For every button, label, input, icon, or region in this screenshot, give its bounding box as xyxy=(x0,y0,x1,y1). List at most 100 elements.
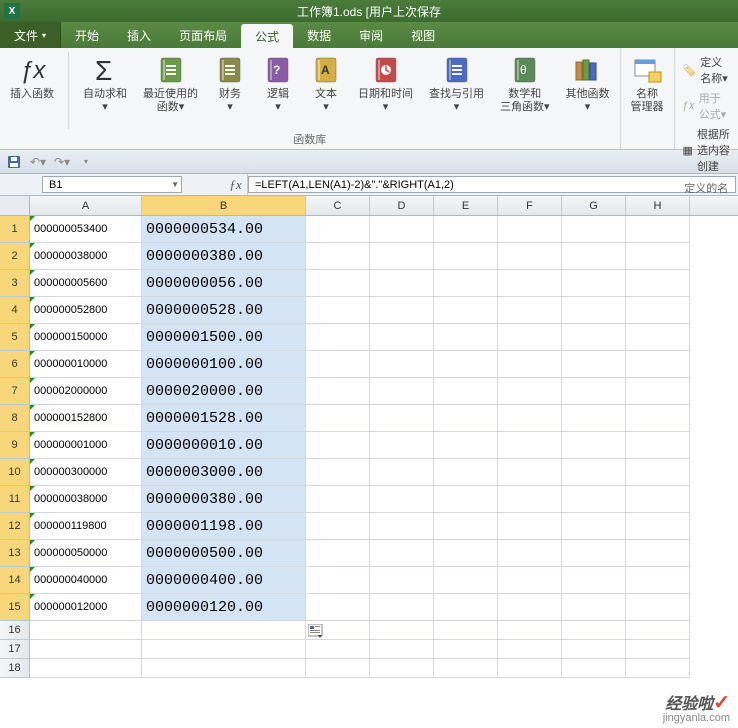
row-header-10[interactable]: 10 xyxy=(0,459,30,486)
row-header-13[interactable]: 13 xyxy=(0,540,30,567)
cell-A8[interactable]: 000000152800 xyxy=(30,405,142,432)
cell-G13[interactable] xyxy=(562,540,626,567)
col-header-A[interactable]: A xyxy=(30,196,142,215)
name-box[interactable]: B1 ▼ xyxy=(42,176,182,193)
ribbon-book-green[interactable]: 最近使用的 函数▾ xyxy=(139,52,202,116)
cell-C8[interactable] xyxy=(306,405,370,432)
cell-A16[interactable] xyxy=(30,621,142,640)
tab-数据[interactable]: 数据 xyxy=(293,22,345,48)
cell-E18[interactable] xyxy=(434,659,498,678)
cell-E2[interactable] xyxy=(434,243,498,270)
col-header-E[interactable]: E xyxy=(434,196,498,215)
cell-G15[interactable] xyxy=(562,594,626,621)
name-manager-button[interactable]: 名称 管理器 xyxy=(627,52,668,116)
cell-D6[interactable] xyxy=(370,351,434,378)
cell-B16[interactable] xyxy=(142,621,306,640)
cell-A11[interactable]: 000000038000 xyxy=(30,486,142,513)
cell-E4[interactable] xyxy=(434,297,498,324)
create-from-selection-button[interactable]: ▦根据所选内容创建 xyxy=(683,126,730,174)
cell-A15[interactable]: 000000012000 xyxy=(30,594,142,621)
cell-F7[interactable] xyxy=(498,378,562,405)
row-header-5[interactable]: 5 xyxy=(0,324,30,351)
row-header-11[interactable]: 11 xyxy=(0,486,30,513)
save-button[interactable] xyxy=(4,152,24,172)
cell-E1[interactable] xyxy=(434,216,498,243)
row-header-17[interactable]: 17 xyxy=(0,640,30,659)
cell-D18[interactable] xyxy=(370,659,434,678)
row-header-4[interactable]: 4 xyxy=(0,297,30,324)
cell-F5[interactable] xyxy=(498,324,562,351)
cell-F6[interactable] xyxy=(498,351,562,378)
cell-A17[interactable] xyxy=(30,640,142,659)
cell-B4[interactable]: 0000000528.00 xyxy=(142,297,306,324)
cell-B9[interactable]: 0000000010.00 xyxy=(142,432,306,459)
cell-G4[interactable] xyxy=(562,297,626,324)
cell-C13[interactable] xyxy=(306,540,370,567)
cell-F13[interactable] xyxy=(498,540,562,567)
ribbon-book-theta[interactable]: θ数学和 三角函数▾ xyxy=(496,52,554,116)
cell-G16[interactable] xyxy=(562,621,626,640)
cell-B15[interactable]: 0000000120.00 xyxy=(142,594,306,621)
cell-E12[interactable] xyxy=(434,513,498,540)
cell-C11[interactable] xyxy=(306,486,370,513)
cell-G12[interactable] xyxy=(562,513,626,540)
cell-F14[interactable] xyxy=(498,567,562,594)
cell-D10[interactable] xyxy=(370,459,434,486)
cell-B17[interactable] xyxy=(142,640,306,659)
col-header-G[interactable]: G xyxy=(562,196,626,215)
define-name-button[interactable]: 🏷️定义名称▾ xyxy=(683,54,730,86)
cell-F8[interactable] xyxy=(498,405,562,432)
cell-A14[interactable]: 000000040000 xyxy=(30,567,142,594)
row-header-14[interactable]: 14 xyxy=(0,567,30,594)
col-header-B[interactable]: B xyxy=(142,196,306,215)
cell-D15[interactable] xyxy=(370,594,434,621)
cell-C15[interactable] xyxy=(306,594,370,621)
cell-G14[interactable] xyxy=(562,567,626,594)
cell-G5[interactable] xyxy=(562,324,626,351)
chevron-down-icon[interactable]: ▼ xyxy=(171,180,179,189)
cell-G7[interactable] xyxy=(562,378,626,405)
cell-C2[interactable] xyxy=(306,243,370,270)
cell-D13[interactable] xyxy=(370,540,434,567)
cell-A6[interactable]: 000000010000 xyxy=(30,351,142,378)
redo-button[interactable]: ↷▾ xyxy=(52,152,72,172)
file-menu[interactable]: 文件▾ xyxy=(0,22,61,48)
cell-D4[interactable] xyxy=(370,297,434,324)
cell-A4[interactable]: 000000052800 xyxy=(30,297,142,324)
cell-C12[interactable] xyxy=(306,513,370,540)
cell-H7[interactable] xyxy=(626,378,690,405)
cell-H18[interactable] xyxy=(626,659,690,678)
cell-E14[interactable] xyxy=(434,567,498,594)
cell-F18[interactable] xyxy=(498,659,562,678)
cell-H15[interactable] xyxy=(626,594,690,621)
cell-D2[interactable] xyxy=(370,243,434,270)
select-all-corner[interactable] xyxy=(0,196,30,216)
col-header-H[interactable]: H xyxy=(626,196,690,215)
undo-button[interactable]: ↶▾ xyxy=(28,152,48,172)
cell-H10[interactable] xyxy=(626,459,690,486)
row-header-18[interactable]: 18 xyxy=(0,659,30,678)
row-header-9[interactable]: 9 xyxy=(0,432,30,459)
tab-开始[interactable]: 开始 xyxy=(61,22,113,48)
ribbon-book-purple[interactable]: ?逻辑 ▾ xyxy=(258,52,298,116)
cell-H17[interactable] xyxy=(626,640,690,659)
cell-G1[interactable] xyxy=(562,216,626,243)
cell-B3[interactable]: 0000000056.00 xyxy=(142,270,306,297)
row-header-2[interactable]: 2 xyxy=(0,243,30,270)
cell-A12[interactable]: 000000119800 xyxy=(30,513,142,540)
col-header-C[interactable]: C xyxy=(306,196,370,215)
row-header-6[interactable]: 6 xyxy=(0,351,30,378)
cell-G17[interactable] xyxy=(562,640,626,659)
row-header-7[interactable]: 7 xyxy=(0,378,30,405)
cell-G2[interactable] xyxy=(562,243,626,270)
cell-E6[interactable] xyxy=(434,351,498,378)
cell-B12[interactable]: 0000001198.00 xyxy=(142,513,306,540)
cell-F15[interactable] xyxy=(498,594,562,621)
cell-G6[interactable] xyxy=(562,351,626,378)
cell-D14[interactable] xyxy=(370,567,434,594)
cell-B18[interactable] xyxy=(142,659,306,678)
formula-input[interactable]: =LEFT(A1,LEN(A1)-2)&"."&RIGHT(A1,2) xyxy=(248,176,736,193)
cell-E11[interactable] xyxy=(434,486,498,513)
cell-B1[interactable]: 0000000534.00 xyxy=(142,216,306,243)
cell-C18[interactable] xyxy=(306,659,370,678)
